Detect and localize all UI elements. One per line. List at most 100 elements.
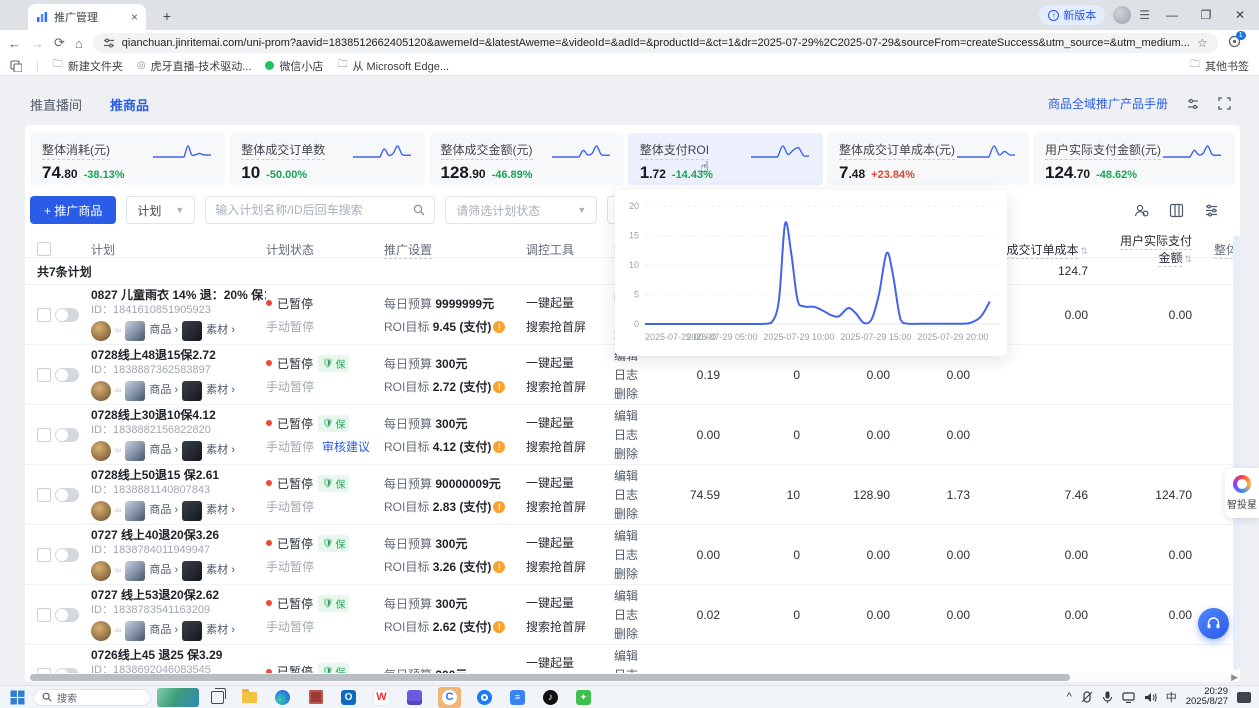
- plan-status-select[interactable]: 请筛选计划状态▼: [445, 196, 597, 224]
- tab-product[interactable]: 推商品: [110, 95, 149, 114]
- search-type-select[interactable]: 计划▼: [126, 196, 195, 224]
- back-button[interactable]: ←: [8, 36, 21, 51]
- wechat-store-taskbar-icon[interactable]: ✦: [574, 688, 593, 707]
- product-thumbnail[interactable]: [125, 561, 145, 581]
- product-link[interactable]: 商品 ›: [149, 445, 178, 456]
- horizontal-scrollbar-track[interactable]: ▶: [25, 673, 1240, 682]
- row-enable-toggle[interactable]: [55, 548, 79, 562]
- delete-link[interactable]: 删除: [614, 385, 666, 402]
- one-key-boost-link[interactable]: 一键起量: [526, 594, 614, 611]
- select-all-checkbox[interactable]: [37, 242, 51, 256]
- edit-link[interactable]: 编辑: [614, 647, 666, 664]
- horizontal-scrollbar-thumb[interactable]: [30, 674, 1070, 681]
- fullscreen-icon[interactable]: [1218, 97, 1231, 110]
- extension-icon[interactable]: 1: [1228, 35, 1241, 51]
- table-settings-icon[interactable]: [1204, 203, 1219, 218]
- col-plan[interactable]: 计划: [91, 241, 266, 258]
- tray-expand-icon[interactable]: ^: [1067, 691, 1072, 703]
- edit-link[interactable]: 编辑: [614, 587, 666, 604]
- delete-link[interactable]: 删除: [614, 505, 666, 522]
- tab-live-room[interactable]: 推直播间: [30, 95, 82, 114]
- plan-name[interactable]: 0827 儿童雨衣 14% 退：20% 保：9.92: [91, 289, 266, 301]
- one-key-boost-link[interactable]: 一键起量: [526, 294, 614, 311]
- search-top-screen-link[interactable]: 搜索抢首屏: [526, 438, 614, 455]
- window-restore-button[interactable]: ❐: [1193, 8, 1219, 22]
- material-thumbnail[interactable]: [182, 321, 202, 341]
- custom-columns-icon[interactable]: [1169, 203, 1184, 218]
- microphone-icon[interactable]: [1102, 691, 1113, 703]
- customer-service-button[interactable]: [1198, 608, 1229, 639]
- product-link[interactable]: 商品 ›: [149, 625, 178, 636]
- product-link[interactable]: 商品 ›: [149, 565, 178, 576]
- product-link[interactable]: 商品 ›: [149, 325, 178, 336]
- product-thumbnail[interactable]: [125, 381, 145, 401]
- one-key-boost-link[interactable]: 一键起量: [526, 354, 614, 371]
- col-user-paid[interactable]: 用户实际支付金额⇅: [1110, 232, 1214, 266]
- col-status[interactable]: 计划状态: [266, 241, 384, 258]
- row-checkbox[interactable]: [37, 308, 51, 322]
- new-version-button[interactable]: ↑新版本: [1039, 5, 1105, 25]
- reload-button[interactable]: ⟳: [54, 35, 65, 51]
- browser-tab[interactable]: 推广管理 ×: [28, 4, 146, 30]
- warning-icon[interactable]: !: [493, 321, 505, 333]
- plan-name[interactable]: 0728线上48退15保2.72: [91, 349, 266, 361]
- metric-card[interactable]: 整体成交订单成本(元) 7.48 +23.84%: [827, 133, 1029, 185]
- row-enable-toggle[interactable]: [55, 428, 79, 442]
- bookmark-item-edge-import[interactable]: 🗀从 Microsoft Edge...: [337, 57, 449, 74]
- log-link[interactable]: 日志: [614, 486, 666, 503]
- product-thumbnail[interactable]: [125, 621, 145, 641]
- sort-icon[interactable]: ⇅: [1184, 254, 1192, 264]
- material-thumbnail[interactable]: [182, 561, 202, 581]
- warning-icon[interactable]: !: [493, 501, 505, 513]
- scroll-right-arrow-icon[interactable]: ▶: [1231, 672, 1238, 682]
- material-thumbnail[interactable]: [182, 441, 202, 461]
- volume-icon[interactable]: [1144, 692, 1157, 703]
- search-icon[interactable]: [413, 204, 425, 216]
- row-checkbox[interactable]: [37, 488, 51, 502]
- douyin-taskbar-icon[interactable]: ♪: [541, 688, 560, 707]
- docs-app-taskbar-icon[interactable]: ≡: [508, 688, 527, 707]
- search-top-screen-link[interactable]: 搜索抢首屏: [526, 558, 614, 575]
- plan-name[interactable]: 0728线上50退15 保2.61: [91, 469, 266, 481]
- qianchuan-taskbar-icon[interactable]: C: [438, 687, 461, 708]
- row-enable-toggle[interactable]: [55, 488, 79, 502]
- other-bookmarks-button[interactable]: 🗀其他书签: [1190, 57, 1249, 74]
- bookmark-star-icon[interactable]: ☆: [1197, 36, 1208, 50]
- start-button[interactable]: [10, 690, 25, 705]
- search-top-screen-link[interactable]: 搜索抢首屏: [526, 378, 614, 395]
- product-link[interactable]: 商品 ›: [149, 385, 178, 396]
- warning-icon[interactable]: !: [493, 621, 505, 633]
- product-thumbnail[interactable]: [125, 321, 145, 341]
- log-link[interactable]: 日志: [614, 426, 666, 443]
- display-settings-icon[interactable]: [1186, 97, 1200, 111]
- taskbar-clock[interactable]: 20:29 2025/8/27: [1186, 687, 1228, 708]
- row-checkbox[interactable]: [37, 368, 51, 382]
- warning-icon[interactable]: !: [493, 561, 505, 573]
- bookmark-item-weixin[interactable]: 微信小店: [265, 58, 323, 74]
- material-thumbnail[interactable]: [182, 501, 202, 521]
- assistant-widget[interactable]: 智投星: [1225, 468, 1259, 518]
- new-tab-button[interactable]: +: [158, 8, 176, 26]
- vertical-scrollbar[interactable]: [1233, 235, 1240, 670]
- log-link[interactable]: 日志: [614, 366, 666, 383]
- browser-circle-taskbar-icon[interactable]: [475, 688, 494, 707]
- search-top-screen-link[interactable]: 搜索抢首屏: [526, 618, 614, 635]
- one-key-boost-link[interactable]: 一键起量: [526, 534, 614, 551]
- delete-link[interactable]: 删除: [614, 565, 666, 582]
- plan-name[interactable]: 0727 线上40退20保3.26: [91, 529, 266, 541]
- product-thumbnail[interactable]: [125, 501, 145, 521]
- site-settings-icon[interactable]: [103, 37, 115, 49]
- delete-link[interactable]: 删除: [614, 445, 666, 462]
- material-thumbnail[interactable]: [182, 381, 202, 401]
- col-tools[interactable]: 调控工具: [526, 241, 614, 258]
- tab-close-icon[interactable]: ×: [131, 10, 138, 24]
- log-link[interactable]: 日志: [614, 606, 666, 623]
- remote-app-taskbar-icon[interactable]: [405, 688, 424, 707]
- col-cost-per-order[interactable]: 成交订单成本⇅: [992, 241, 1110, 258]
- plan-name[interactable]: 0726线上45 退25 保3.29: [91, 649, 266, 661]
- row-checkbox[interactable]: [37, 608, 51, 622]
- product-thumbnail[interactable]: [125, 441, 145, 461]
- row-enable-toggle[interactable]: [55, 608, 79, 622]
- widgets-weather-button[interactable]: [157, 688, 199, 707]
- window-minimize-button[interactable]: —: [1159, 8, 1185, 22]
